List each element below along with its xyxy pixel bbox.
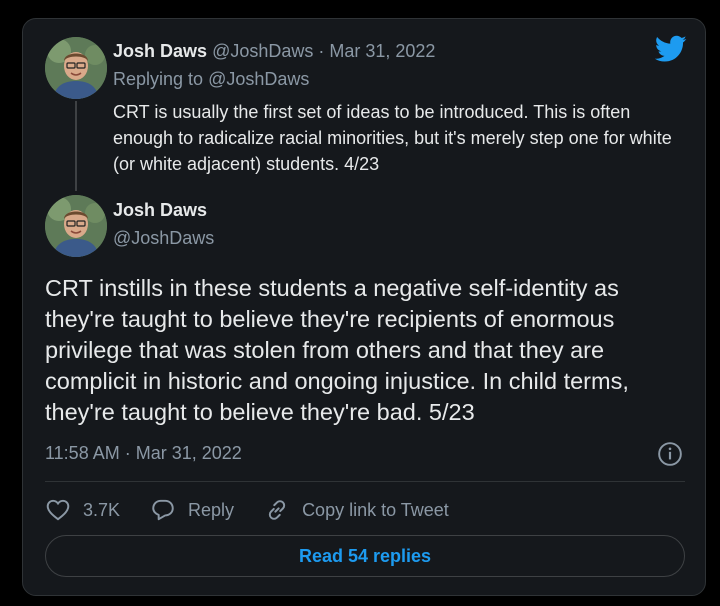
avatar[interactable]: [45, 37, 107, 99]
link-icon: [268, 500, 286, 520]
embedded-tweet-card: Josh Daws @JoshDaws · Mar 31, 2022 Reply…: [22, 18, 706, 596]
replying-to-line: Replying to @JoshDaws: [113, 69, 309, 90]
parent-tweet-header: Josh Daws @JoshDaws · Mar 31, 2022: [113, 41, 435, 62]
tweet-text: CRT instills in these students a negativ…: [45, 275, 629, 425]
like-button[interactable]: 3.7K: [45, 497, 120, 523]
separator: ·: [313, 41, 330, 61]
like-count: 3.7K: [83, 499, 121, 520]
tweet-actions: 3.7K Reply Copy link to Tweet: [45, 495, 479, 525]
read-replies-button[interactable]: Read 54 replies: [45, 535, 685, 577]
info-icon[interactable]: [657, 441, 683, 467]
avatar-photo: [45, 37, 107, 99]
tweet-date[interactable]: Mar 31, 2022: [329, 41, 435, 61]
reply-button[interactable]: Reply: [150, 497, 234, 523]
parent-tweet-text: CRT is usually the first set of ideas to…: [113, 102, 672, 174]
heart-icon: [46, 499, 70, 521]
author-name[interactable]: Josh Daws: [113, 41, 207, 61]
avatar[interactable]: [45, 195, 107, 257]
avatar-photo: [45, 195, 107, 257]
copy-link-label: Copy link to Tweet: [302, 499, 449, 520]
author-handle[interactable]: @JoshDaws: [212, 41, 313, 61]
author-name[interactable]: Josh Daws: [113, 200, 207, 221]
thread-connector-line: [75, 101, 77, 191]
replying-to-prefix: Replying to: [113, 69, 209, 89]
author-handle[interactable]: @JoshDaws: [113, 228, 214, 249]
speech-bubble-icon: [152, 499, 174, 521]
tweet-timestamp[interactable]: 11:58 AM · Mar 31, 2022: [45, 443, 242, 464]
reply-label: Reply: [188, 499, 235, 520]
read-replies-label: Read 54 replies: [298, 545, 432, 566]
copy-link-button[interactable]: Copy link to Tweet: [264, 497, 449, 523]
replying-to-handle[interactable]: @JoshDaws: [208, 69, 309, 89]
divider: [45, 481, 685, 482]
twitter-bird-icon[interactable]: [655, 35, 687, 63]
